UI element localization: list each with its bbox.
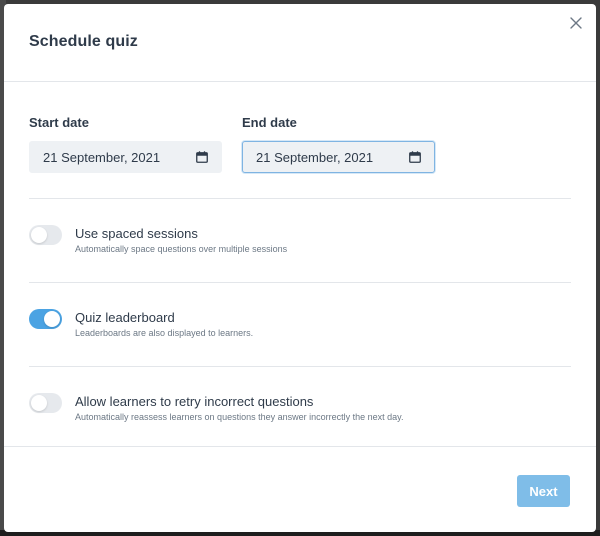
toggle-knob [44,311,60,327]
end-date-group: End date 21 September, 2021 [242,115,435,173]
divider [29,198,571,199]
option-description: Automatically reassess learners on quest… [75,412,404,422]
divider [29,366,571,367]
option-description: Automatically space questions over multi… [75,244,288,254]
divider [29,282,571,283]
option-quiz-leaderboard: Quiz leaderboard Leaderboards are also d… [29,309,571,349]
calendar-icon[interactable] [409,151,421,163]
retry-incorrect-toggle[interactable] [29,393,62,413]
dialog-title: Schedule quiz [29,33,138,50]
close-button[interactable] [568,15,584,31]
quiz-leaderboard-toggle[interactable] [29,309,62,329]
option-title: Allow learners to retry incorrect questi… [75,394,314,409]
option-title: Quiz leaderboard [75,310,175,325]
next-button[interactable]: Next [517,475,570,507]
spaced-sessions-toggle[interactable] [29,225,62,245]
end-date-value: 21 September, 2021 [256,150,374,165]
toggle-knob [31,227,47,243]
calendar-icon[interactable] [196,151,208,163]
end-date-input[interactable]: 21 September, 2021 [242,141,435,173]
start-date-group: Start date 21 September, 2021 [29,115,222,173]
option-title: Use spaced sessions [75,226,198,241]
close-icon [570,17,582,29]
option-description: Leaderboards are also displayed to learn… [75,328,254,338]
option-spaced-sessions: Use spaced sessions Automatically space … [29,225,571,265]
start-date-label: Start date [29,115,89,130]
dialog-footer: Next [4,446,596,532]
dialog-header: Schedule quiz [4,4,596,82]
schedule-quiz-dialog: Schedule quiz Start date 21 September, 2… [4,4,596,532]
start-date-value: 21 September, 2021 [43,150,161,165]
option-retry-incorrect: Allow learners to retry incorrect questi… [29,393,571,433]
toggle-knob [31,395,47,411]
start-date-input[interactable]: 21 September, 2021 [29,141,222,173]
end-date-label: End date [242,115,297,130]
